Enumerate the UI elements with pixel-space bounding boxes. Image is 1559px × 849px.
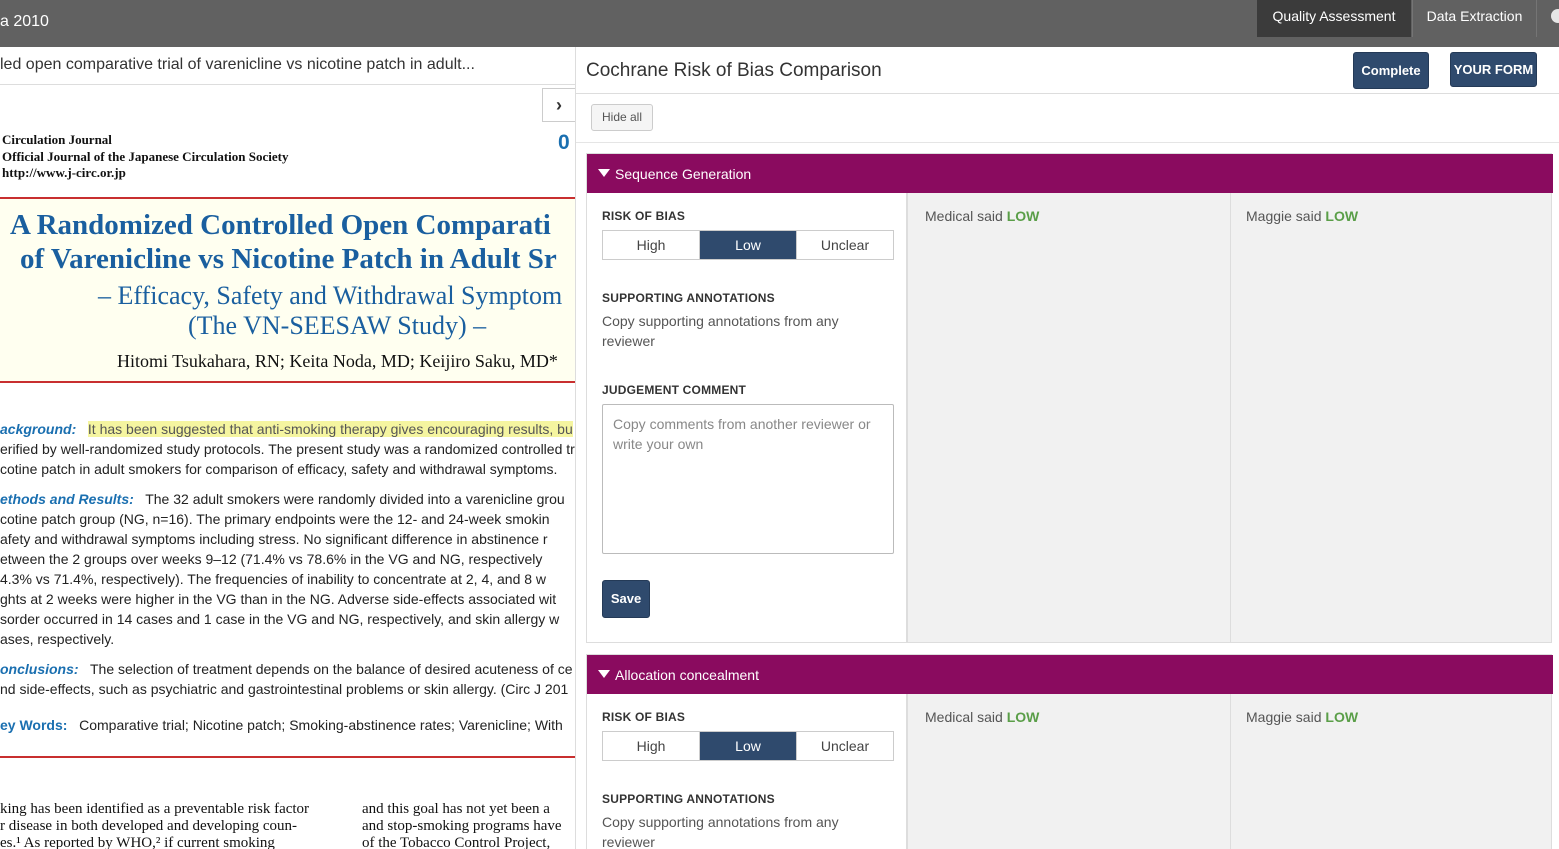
caret-down-icon: [598, 670, 610, 678]
article-subtitle-line: (The VN-SEESAW Study) –: [188, 311, 487, 340]
risk-selector: High Low Unclear: [602, 230, 894, 260]
your-form-column: RISK OF BIAS High Low Unclear SUPPORTING…: [587, 694, 908, 849]
option-low[interactable]: Low: [700, 732, 797, 760]
user-avatar-icon[interactable]: [1551, 9, 1559, 23]
reviewer-judgement: Maggie said LOW: [1246, 709, 1359, 725]
risk-of-bias-label: RISK OF BIAS: [602, 710, 686, 724]
supporting-annotations-hint: Copy supporting annotations from any rev…: [602, 313, 839, 349]
article-subtitle-line: – Efficacy, Safety and Withdrawal Sympto…: [98, 281, 563, 310]
caret-down-icon: [598, 169, 610, 177]
supporting-annotations-label: SUPPORTING ANNOTATIONS: [602, 291, 775, 305]
section-header[interactable]: Allocation concealment: [587, 655, 1553, 694]
highlight-annotation[interactable]: It has been suggested that anti-smoking …: [87, 421, 573, 437]
tab-quality-assessment[interactable]: Quality Assessment: [1257, 0, 1411, 37]
article-title-line: A Randomized Controlled Open Comparati: [10, 209, 551, 241]
panel-header: Cochrane Risk of Bias Comparison Complet…: [576, 47, 1559, 94]
hide-all-button[interactable]: Hide all: [591, 104, 653, 131]
option-high[interactable]: High: [603, 732, 700, 760]
risk-of-bias-label: RISK OF BIAS: [602, 209, 686, 223]
reviewer-judgement: Medical said LOW: [925, 709, 1040, 725]
abstract-conclusions: onclusions: The selection of treatment d…: [0, 661, 573, 677]
judgement-value: LOW: [1006, 208, 1040, 224]
article-title-box: A Randomized Controlled Open Comparati o…: [0, 197, 575, 383]
document-viewer: led open comparative trial of vareniclin…: [0, 47, 575, 849]
option-unclear[interactable]: Unclear: [797, 231, 893, 259]
reviewer-judgement: Medical said LOW: [925, 208, 1040, 224]
page-number: 0: [558, 131, 570, 154]
risk-of-bias-panel: Cochrane Risk of Bias Comparison Complet…: [575, 47, 1559, 849]
option-high[interactable]: High: [603, 231, 700, 259]
chevron-right-icon: ›: [556, 95, 562, 115]
document-title: led open comparative trial of vareniclin…: [0, 56, 475, 73]
abstract-background: ackground: It has been suggested that an…: [0, 421, 573, 437]
save-button[interactable]: Save: [602, 580, 650, 618]
supporting-annotations-hint: Copy supporting annotations from any rev…: [602, 814, 839, 849]
section-allocation-concealment: Allocation concealment RISK OF BIAS High…: [586, 654, 1553, 849]
reviewer-column: Maggie said LOW: [1231, 694, 1553, 849]
section-divider: [0, 756, 575, 758]
expand-panel-button[interactable]: ›: [542, 88, 575, 122]
body-column-right: and this goal has not yet been a and sto…: [362, 801, 562, 849]
judgement-comment-input[interactable]: Copy comments from another reviewer or w…: [602, 404, 894, 554]
article-authors: Hitomi Tsukahara, RN; Keita Noda, MD; Ke…: [117, 351, 558, 371]
journal-header: Circulation Journal Official Journal of …: [2, 132, 289, 180]
abstract-keywords: ey Words: Comparative trial; Nicotine pa…: [0, 717, 563, 733]
study-title: a 2010: [0, 13, 49, 30]
article-title-line: of Varenicline vs Nicotine Patch in Adul…: [20, 243, 557, 275]
reviewer-column: Maggie said LOW: [1231, 193, 1553, 642]
tab-data-extraction[interactable]: Data Extraction: [1412, 0, 1537, 37]
section-name: Allocation concealment: [615, 667, 759, 683]
option-low[interactable]: Low: [700, 231, 797, 259]
your-form-button[interactable]: YOUR FORM: [1450, 52, 1537, 87]
judgement-value: LOW: [1006, 709, 1040, 725]
reviewer-judgement: Maggie said LOW: [1246, 208, 1359, 224]
judgement-value: LOW: [1325, 208, 1359, 224]
supporting-annotations-label: SUPPORTING ANNOTATIONS: [602, 792, 775, 806]
section-header[interactable]: Sequence Generation: [587, 154, 1553, 193]
section-name: Sequence Generation: [615, 166, 752, 182]
abstract-methods: ethods and Results: The 32 adult smokers…: [0, 491, 565, 507]
judgement-value: LOW: [1325, 709, 1359, 725]
top-bar: a 2010 Quality Assessment Data Extractio…: [0, 0, 1559, 47]
risk-selector: High Low Unclear: [602, 731, 894, 761]
reviewer-column: Medical said LOW: [910, 694, 1232, 849]
complete-button[interactable]: Complete: [1353, 52, 1429, 89]
your-form-column: RISK OF BIAS High Low Unclear SUPPORTING…: [587, 193, 908, 642]
option-unclear[interactable]: Unclear: [797, 732, 893, 760]
panel-divider: [576, 142, 1559, 143]
section-sequence-generation: Sequence Generation RISK OF BIAS High Lo…: [586, 153, 1553, 643]
reviewer-column: Medical said LOW: [910, 193, 1232, 642]
judgement-comment-label: JUDGEMENT COMMENT: [602, 383, 747, 397]
document-title-bar: led open comparative trial of vareniclin…: [0, 47, 575, 85]
panel-title: Cochrane Risk of Bias Comparison: [586, 60, 882, 81]
body-column-left: king has been identified as a preventabl…: [0, 801, 310, 849]
